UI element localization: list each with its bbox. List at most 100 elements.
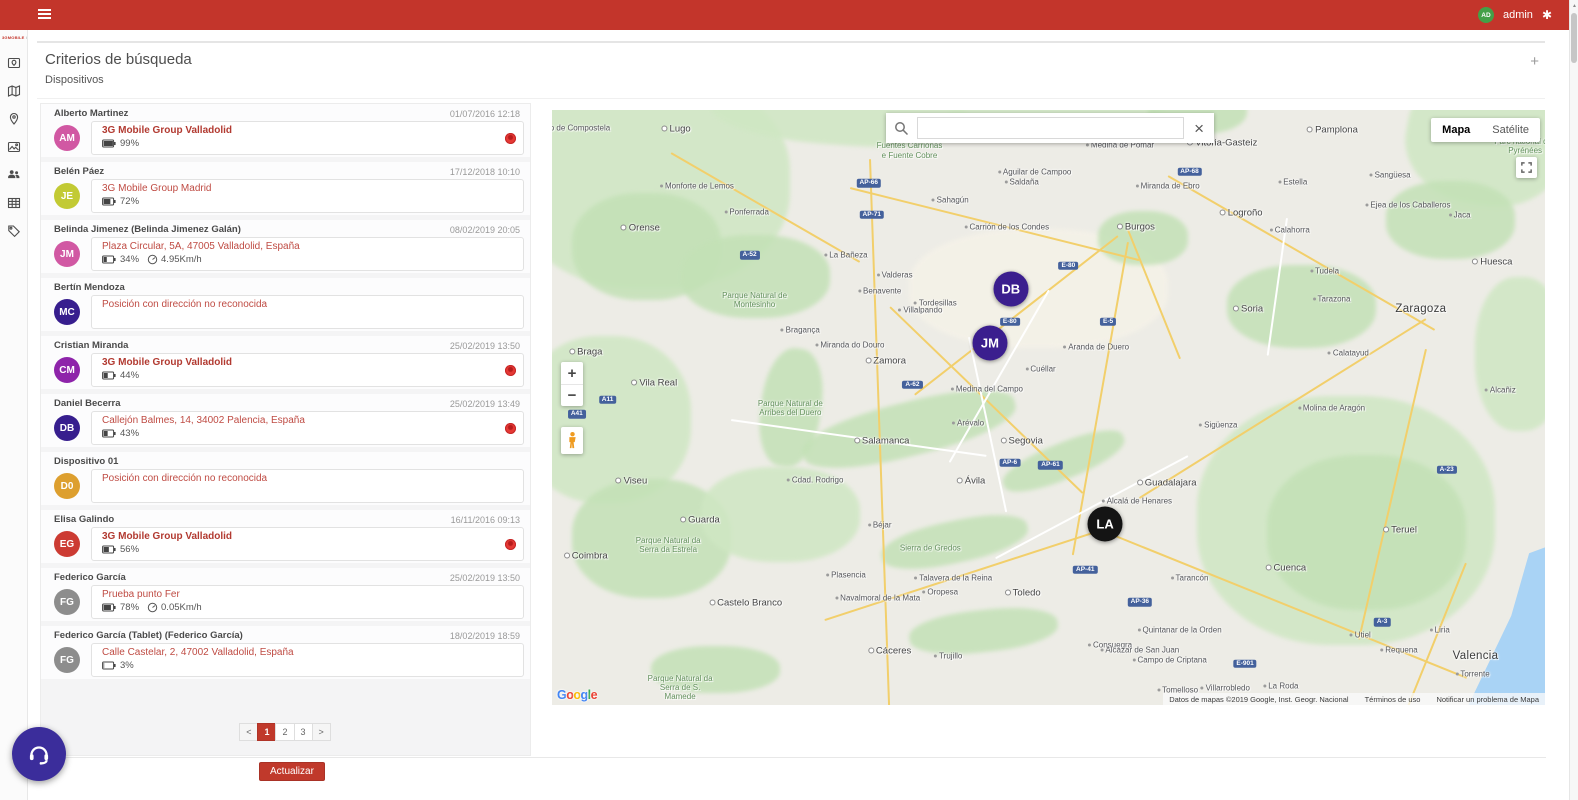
road-shield-badge: AP-6 [999,458,1021,468]
device-info-box[interactable]: 3G Mobile Group Valladolid 56% [91,527,524,561]
fullscreen-icon [1521,162,1532,173]
device-list-item[interactable]: Dispositivo 01 D0 Posición con dirección… [41,452,530,505]
device-info-box[interactable]: Prueba punto Fer 78% 0.05Km/h [91,585,524,619]
device-map-marker[interactable]: LA [1087,506,1123,542]
device-list-item[interactable]: Federico García (Tablet) (Federico Garcí… [41,626,530,679]
road-shield-badge: A11 [598,395,617,404]
device-list-item[interactable]: Elisa Galindo 16/11/2016 09:13 EG 3G Mob… [41,510,530,563]
close-icon[interactable]: × [1194,120,1204,137]
zoom-out-button[interactable]: − [561,384,583,406]
table-icon[interactable] [7,196,21,210]
device-info-box[interactable]: 3G Mobile Group Valladolid 44% [91,353,524,387]
users-icon[interactable] [7,168,21,182]
map-photo-icon[interactable] [7,56,21,70]
device-info-box[interactable]: Callejón Balmes, 14, 34002 Palencia, Esp… [91,411,524,445]
map-place-label: Arévalo [952,418,984,427]
device-primary-text: 3G Mobile Group Valladolid [102,531,233,542]
device-name: Elisa Galindo [54,514,115,525]
map-place-label: Torrente [1455,670,1489,679]
map-place-label: Salamanca [854,435,910,446]
device-name: Dispositivo 01 [54,456,119,467]
device-primary-text: 3G Mobile Group Valladolid [102,357,233,368]
map-place-label: Castelo Branco [709,598,782,609]
map-place-label: Braga [569,347,602,358]
device-list-item[interactable]: Alberto Martinez 01/07/2016 12:18 AM 3G … [41,104,530,157]
headset-icon [29,746,49,765]
device-list-item[interactable]: Bertín Mendoza MC Posición con dirección… [41,278,530,331]
device-list-item[interactable]: Belén Páez 17/12/2018 10:10 JE 3G Mobile… [41,162,530,215]
device-avatar: MC [54,299,80,325]
road-shield-badge: E-80 [999,317,1020,327]
map-place-label: Jaca [1449,210,1471,219]
device-list-item[interactable]: Cristian Miranda 25/02/2019 13:50 CM 3G … [41,336,530,389]
terrain-patch [1386,181,1516,259]
map-place-label: Cáceres [868,645,911,656]
map-place-label: Santiago de Compostela [552,123,610,132]
fullscreen-button[interactable] [1516,157,1537,178]
device-primary-text: Posición con dirección no reconocida [102,299,268,310]
scroll-up-arrow[interactable]: ▲ [1572,3,1577,9]
pagination-page-button[interactable]: 2 [275,723,295,741]
expand-button[interactable]: + [1530,53,1539,70]
google-logo[interactable]: Google [557,688,598,702]
report-problem-link[interactable]: Notificar un problema de Mapa [1436,695,1539,704]
road-shield-badge: AP-71 [859,210,884,219]
map-place-label: Guadalajara [1137,478,1197,489]
device-map-marker[interactable]: DB [993,271,1029,307]
folded-map-icon[interactable] [7,84,21,98]
hamburger-menu-icon[interactable] [38,9,51,20]
map-place-label: Molina de Aragón [1298,404,1365,413]
device-primary-text: Prueba punto Fer [102,589,180,600]
zoom-in-button[interactable]: + [561,362,583,384]
map-place-label: Tarazona [1313,295,1351,304]
logout-icon[interactable]: ✱ [1542,8,1552,22]
map-place-label: Estella [1278,177,1307,186]
map-place-label: Soria [1233,303,1263,314]
device-info-box[interactable]: Posición con dirección no reconocida [91,469,524,503]
road-shield-badge: A-23 [1436,465,1457,475]
location-pin-icon[interactable] [7,112,21,126]
map-canvas[interactable]: Santiago de Compostela Lugo Monforte de Le… [552,110,1545,705]
pagination-next-button[interactable]: > [311,723,331,741]
map-place-label: Oropesa [922,587,958,596]
map-place-label: Alcalá de Henares [1102,496,1172,505]
pegman-control[interactable] [561,427,583,454]
device-info-box[interactable]: 3G Mobile Group Valladolid 99% [91,121,524,155]
map-place-label: Aranda de Duero [1063,342,1129,351]
device-map-marker[interactable]: JM [972,325,1008,361]
pagination-page-button[interactable]: 1 [257,723,277,741]
device-list-item[interactable]: Belinda Jimenez (Belinda Jimenez Galán) … [41,220,530,273]
battery-value: 72% [120,196,140,207]
pagination-page-button[interactable]: 3 [293,723,313,741]
page-scrollbar[interactable]: ▲ [1569,0,1578,800]
map-type-map[interactable]: Mapa [1431,118,1481,142]
map-place-label: La Bañeza [824,251,867,260]
device-info-box[interactable]: 3G Mobile Group Madrid 72% [91,179,524,213]
device-info-box[interactable]: Posición con dirección no reconocida [91,295,524,329]
search-icon[interactable] [894,121,909,136]
map-place-label: Medina del Campo [951,385,1023,394]
scrollbar-thumb[interactable] [1571,13,1577,63]
battery-icon [102,371,116,380]
map-place-label: Tordesillas [914,298,957,307]
terms-link[interactable]: Términos de uso [1365,695,1421,704]
device-date: 25/02/2019 13:50 [449,340,520,351]
pagination-prev-button[interactable]: < [239,723,259,741]
support-chat-button[interactable] [12,727,66,781]
device-list-item[interactable]: Federico García 25/02/2019 13:50 FG Prue… [41,568,530,621]
device-name: Federico García (Tablet) (Federico Garcí… [54,630,243,641]
device-info-box[interactable]: Plaza Circular, 5A, 47005 Valladolid, Es… [91,237,524,271]
image-icon[interactable] [7,140,21,154]
map-place-label: Calahorra [1270,226,1310,235]
tag-icon[interactable] [7,224,21,238]
user-name[interactable]: admin [1503,9,1533,21]
device-info-box[interactable]: Calle Castelar, 2, 47002 Valladolid, Esp… [91,643,524,677]
device-primary-text: Calle Castelar, 2, 47002 Valladolid, Esp… [102,647,294,658]
device-avatar: DB [54,415,80,441]
map-type-satellite[interactable]: Satélite [1481,118,1540,142]
update-button[interactable]: Actualizar [259,762,325,781]
map-place-label: Sierra de Gredos [899,543,961,553]
map-search-input[interactable] [917,117,1185,139]
map-place-label: Parque Natural de Arribes del Duero [757,398,823,418]
device-list-item[interactable]: Daniel Becerra 25/02/2019 13:49 DB Calle… [41,394,530,447]
